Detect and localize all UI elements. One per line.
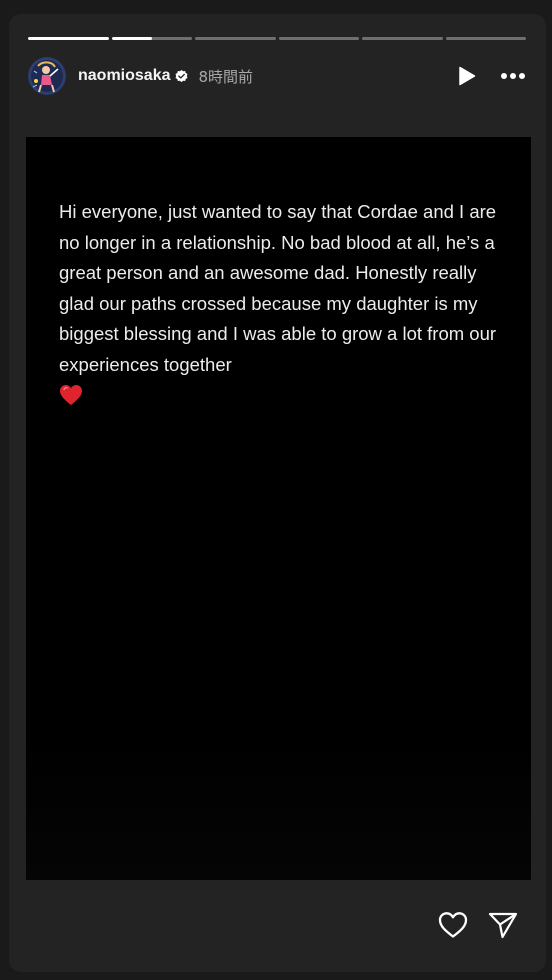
red-heart-emoji-icon (59, 384, 83, 406)
send-icon[interactable] (488, 911, 518, 939)
username[interactable]: naomiosaka (78, 67, 170, 85)
more-icon[interactable] (500, 72, 526, 80)
header-actions (458, 66, 526, 86)
play-icon[interactable] (458, 66, 476, 86)
story-content[interactable]: Hi everyone, just wanted to say that Cor… (26, 137, 531, 880)
progress-segment-fill (28, 37, 109, 40)
progress-segment (111, 37, 192, 40)
story-text-block: Hi everyone, just wanted to say that Cor… (59, 197, 504, 406)
story-header: naomiosaka 8時間前 (28, 56, 526, 96)
story-message: Hi everyone, just wanted to say that Cor… (59, 201, 497, 375)
progress-segment (362, 37, 443, 40)
verified-badge-icon (174, 69, 189, 84)
progress-segment (195, 37, 276, 40)
progress-segment-fill (111, 37, 152, 40)
avatar[interactable] (28, 57, 66, 95)
heart-icon[interactable] (438, 911, 468, 939)
avatar-illustration-icon (28, 57, 66, 95)
story-progress-bar (28, 37, 526, 40)
progress-segment (445, 37, 526, 40)
progress-segment (278, 37, 359, 40)
progress-segment (28, 37, 109, 40)
story-footer-actions (438, 911, 518, 939)
post-timestamp: 8時間前 (198, 67, 254, 86)
